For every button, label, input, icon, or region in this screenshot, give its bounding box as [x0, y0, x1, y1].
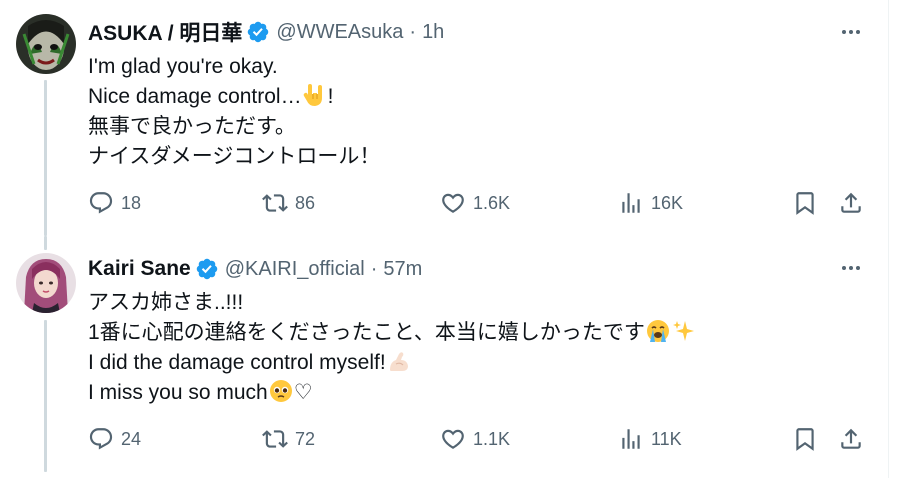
repost-icon [262, 430, 288, 448]
repost-count: 86 [295, 192, 316, 213]
bookmark-icon [796, 428, 814, 451]
reply-button[interactable]: 18 [88, 188, 141, 218]
tweet-line: 無事で良かっただす。 [88, 115, 296, 138]
reply-count: 24 [121, 428, 142, 449]
reply-button[interactable]: 24 [88, 424, 141, 454]
separator: · [370, 257, 378, 280]
timestamp[interactable]: 57m [383, 258, 422, 281]
reply-icon [89, 428, 113, 450]
like-button[interactable]: 1.6K [440, 188, 510, 218]
repost-button[interactable]: 86 [262, 188, 315, 218]
tweet-header: ASUKA / 明日華 @WWEAsuka · 1h [88, 18, 444, 46]
thread-line [44, 80, 47, 236]
view-count: 16K [651, 192, 684, 213]
timeline-border [888, 0, 889, 478]
bookmark-button[interactable] [792, 188, 818, 218]
like-button[interactable]: 1.1K [440, 424, 510, 454]
more-icon[interactable] [838, 255, 864, 281]
timestamp[interactable]: 1h [422, 21, 444, 44]
thread-line [44, 320, 47, 472]
sparkles-emoji [671, 318, 697, 344]
handle[interactable]: @KAIRI_official [225, 258, 365, 281]
bookmark-button[interactable] [792, 424, 818, 454]
tweet-line: I miss you so much ♡ [88, 378, 697, 408]
tweet-line: 1番に心配の連絡をくださったこと、本当に嬉しかったです [88, 318, 697, 348]
tweet-actions: 24 72 1.1K 11K [88, 424, 878, 454]
repost-icon [262, 194, 288, 212]
more-icon[interactable] [838, 19, 864, 45]
tweet[interactable]: Kairi Sane @KAIRI_official · 57m アスカ姉さま.… [0, 236, 888, 478]
analytics-icon [622, 429, 640, 449]
like-count: 1.6K [473, 192, 511, 213]
tweet-line: ナイスダメージコントロール！ [88, 145, 381, 168]
tweet-text: I'm glad you're okay. Nice damage contro… [88, 52, 380, 172]
share-button[interactable] [838, 424, 864, 454]
verified-badge-icon [246, 20, 270, 44]
pleading-face-emoji [268, 378, 294, 404]
tweet-line: Nice damage control…! [88, 82, 380, 112]
tweet[interactable]: ASUKA / 明日華 @WWEAsuka · 1h I'm glad you'… [0, 0, 888, 236]
reply-icon [89, 192, 113, 214]
share-icon [841, 428, 861, 449]
display-name[interactable]: Kairi Sane [88, 257, 191, 281]
bookmark-icon [796, 192, 814, 215]
repost-button[interactable]: 72 [262, 424, 315, 454]
handle[interactable]: @WWEAsuka [276, 21, 403, 44]
heart-icon [442, 429, 464, 449]
flexed-biceps-emoji [386, 348, 412, 374]
heart-icon [442, 193, 464, 213]
views-button[interactable]: 11K [618, 424, 682, 454]
share-button[interactable] [838, 188, 864, 218]
tweet-line: アスカ姉さま..!!! [88, 291, 244, 314]
like-count: 1.1K [473, 428, 511, 449]
avatar[interactable] [16, 253, 76, 313]
love-you-gesture-emoji [302, 82, 328, 108]
separator: · [409, 20, 417, 43]
views-button[interactable]: 16K [618, 188, 683, 218]
share-icon [841, 192, 861, 213]
verified-badge-icon [195, 257, 219, 281]
loudly-crying-face-emoji [645, 318, 671, 344]
tweet-line: I'm glad you're okay. [88, 55, 278, 78]
reply-count: 18 [121, 192, 142, 213]
repost-count: 72 [295, 428, 316, 449]
display-name[interactable]: ASUKA / 明日華 [88, 17, 242, 47]
view-count: 11K [651, 428, 682, 449]
analytics-icon [622, 193, 640, 213]
tweet-text: アスカ姉さま..!!! 1番に心配の連絡をくださったこと、本当に嬉しかったです … [88, 288, 697, 408]
tweet-header: Kairi Sane @KAIRI_official · 57m [88, 255, 422, 283]
thread-line [44, 236, 47, 250]
tweet-actions: 18 86 1.6K 16K [88, 188, 878, 218]
avatar[interactable] [16, 14, 76, 74]
tweet-line: I did the damage control myself! [88, 348, 697, 378]
